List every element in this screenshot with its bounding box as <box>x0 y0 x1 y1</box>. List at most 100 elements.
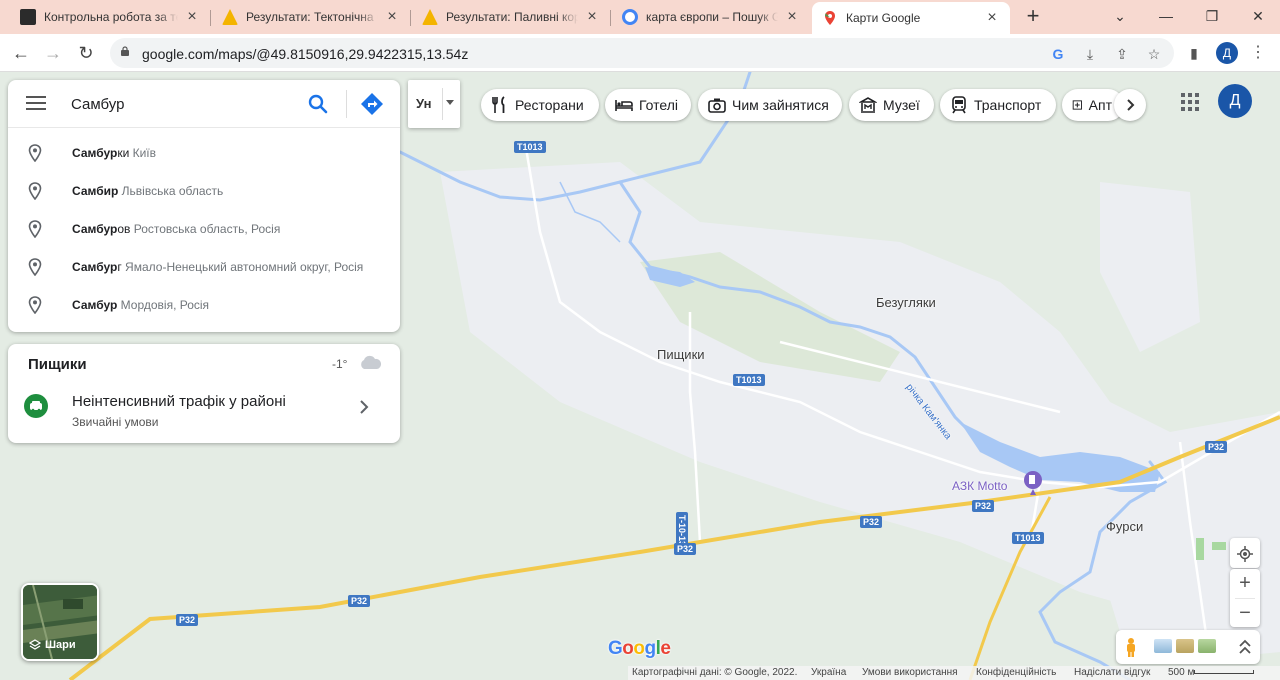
tab-divider <box>410 10 411 26</box>
logo-letter: g <box>644 638 657 659</box>
map-canvas[interactable]: Безугляки Пищики Фурси річка Кам'янка АЗ… <box>0 72 1280 680</box>
scale-label[interactable]: 500 м <box>1168 667 1194 678</box>
layers-label: Шари <box>45 639 76 651</box>
suggestion-item[interactable]: Самбург Ямало-Ненецький автономний округ… <box>8 248 400 286</box>
menu-icon[interactable] <box>26 96 46 110</box>
logo-letter: o <box>633 638 645 659</box>
search-input[interactable] <box>71 93 291 115</box>
close-tab-icon[interactable]: × <box>384 8 400 26</box>
chip-label: Ресторани <box>515 97 584 113</box>
suggestion-item[interactable]: Самбир Львівська область <box>8 172 400 210</box>
browser-profile-avatar[interactable]: Д <box>1216 42 1238 64</box>
browser-tab-2[interactable]: Результати: Паливні корисні × <box>412 0 610 34</box>
suggestion-text: Самбуров Ростовська область, Росія <box>72 222 281 236</box>
close-tab-icon[interactable]: × <box>784 8 800 26</box>
zoom-out-button[interactable]: − <box>1230 599 1260 628</box>
maps-pin-icon <box>822 10 838 26</box>
poi-label-gas-station[interactable]: АЗК Motto <box>952 479 1007 493</box>
divider <box>442 88 443 120</box>
maximize-button[interactable]: ❐ <box>1189 0 1235 34</box>
traffic-car-icon <box>24 394 48 418</box>
terms-link[interactable]: Умови використання <box>862 667 958 678</box>
my-location-icon <box>1237 546 1253 563</box>
country-link[interactable]: Україна <box>811 667 846 678</box>
feedback-link[interactable]: Надіслати відгук <box>1074 667 1150 678</box>
place-label-fursy[interactable]: Фурси <box>1106 519 1143 534</box>
my-location-button[interactable] <box>1230 538 1260 568</box>
traffic-card[interactable]: Пищики -1° Неінтенсивний трафік у районі… <box>8 344 400 443</box>
chip-restaurants[interactable]: Ресторани <box>481 89 599 121</box>
account-avatar[interactable]: Д <box>1218 84 1252 118</box>
quiz-icon <box>222 9 238 25</box>
side-panel-icon[interactable]: ▮ <box>1184 43 1204 63</box>
privacy-link[interactable]: Конфіденційність <box>976 667 1056 678</box>
browser-tab-4[interactable]: Карти Google × <box>812 2 1010 34</box>
place-label-bezuhliaky[interactable]: Безугляки <box>876 295 936 310</box>
browser-tab-0[interactable]: Контрольна робота за тему × <box>10 0 210 34</box>
chip-label: Чим зайнятися <box>732 97 829 113</box>
traffic-headline: Неінтенсивний трафік у районі <box>72 393 286 410</box>
imagery-thumbnail[interactable] <box>1154 639 1172 653</box>
camera-icon <box>708 98 726 113</box>
browser-tab-bar: Контрольна робота за тему × Результати: … <box>0 0 1280 34</box>
tab-title: Контрольна робота за тему <box>44 10 178 24</box>
suggestion-item[interactable]: Самбуров Ростовська область, Росія <box>8 210 400 248</box>
bookmark-star-icon[interactable]: ☆ <box>1144 44 1164 64</box>
suggestion-item[interactable]: Самбурки Київ <box>8 134 400 172</box>
new-tab-button[interactable]: + <box>1020 4 1046 30</box>
chip-label: Музеї <box>883 97 920 113</box>
browser-tab-3[interactable]: карта європи – Пошук Google × <box>612 0 810 34</box>
reload-icon[interactable]: ↻ <box>73 40 99 66</box>
install-icon[interactable]: ⤓ <box>1080 44 1100 64</box>
layers-button[interactable]: Шари <box>21 583 99 661</box>
tab-search-button[interactable]: ⌄ <box>1097 0 1143 34</box>
road-sign: P32 <box>1205 441 1228 453</box>
road-sign: P32 <box>860 516 883 528</box>
google-g-icon[interactable]: G <box>1048 44 1068 64</box>
map-data-credit: Картографічні дані: © Google, 2022. <box>632 667 798 678</box>
layers-icon <box>29 639 41 650</box>
address-bar[interactable]: google.com/maps/@49.8150916,29.9422315,1… <box>110 38 1174 68</box>
zoom-in-button[interactable]: + <box>1230 569 1260 598</box>
back-icon[interactable]: ← <box>8 40 34 66</box>
google-g-icon <box>622 9 638 25</box>
directions-icon[interactable] <box>360 92 384 116</box>
imagery-thumbnail[interactable] <box>1198 639 1216 653</box>
expand-up-icon[interactable] <box>1238 638 1252 656</box>
chevron-right-icon[interactable] <box>358 400 370 414</box>
lock-icon <box>121 46 129 56</box>
chip-things-to-do[interactable]: Чим зайнятися <box>698 89 842 121</box>
browser-menu-icon[interactable]: ⋮ <box>1248 43 1268 63</box>
share-icon[interactable]: ⇪ <box>1112 44 1132 64</box>
google-logo: Google <box>608 638 671 660</box>
location-pin-icon <box>28 258 42 276</box>
chips-next-button[interactable] <box>1114 89 1146 121</box>
google-apps-icon[interactable] <box>1180 92 1200 112</box>
minimize-button[interactable]: — <box>1143 0 1189 34</box>
place-label-pyshchyky[interactable]: Пищики <box>657 347 705 362</box>
chip-museums[interactable]: Музеї <box>849 89 934 121</box>
tab-title: Результати: Паливні корисні <box>446 10 578 24</box>
suggestion-item[interactable]: Самбур Мордовія, Росія <box>8 286 400 324</box>
forward-icon[interactable]: → <box>40 40 66 66</box>
close-window-button[interactable]: ✕ <box>1235 0 1280 34</box>
browser-toolbar: ← → ↻ google.com/maps/@49.8150916,29.942… <box>0 34 1280 72</box>
traffic-subline: Звичайні умови <box>72 415 159 429</box>
close-tab-icon[interactable]: × <box>184 8 200 26</box>
search-box <box>8 80 400 128</box>
caret-down-icon[interactable] <box>446 100 454 105</box>
chip-label: Готелі <box>639 97 678 113</box>
tab-title: Карти Google <box>846 11 921 25</box>
pegman-icon[interactable] <box>1124 637 1138 657</box>
imagery-thumbnail[interactable] <box>1176 639 1194 653</box>
close-tab-icon[interactable]: × <box>584 8 600 26</box>
input-tools-button[interactable]: Ун <box>408 80 460 128</box>
search-icon[interactable] <box>306 92 330 116</box>
browser-tab-1[interactable]: Результати: Тектонічна будова × <box>212 0 410 34</box>
road-sign: P32 <box>348 595 371 607</box>
divider <box>346 90 347 118</box>
location-pin-icon <box>28 296 42 314</box>
chip-hotels[interactable]: Готелі <box>605 89 691 121</box>
chip-transit[interactable]: Транспорт <box>940 89 1056 121</box>
close-tab-icon[interactable]: × <box>984 9 1000 27</box>
